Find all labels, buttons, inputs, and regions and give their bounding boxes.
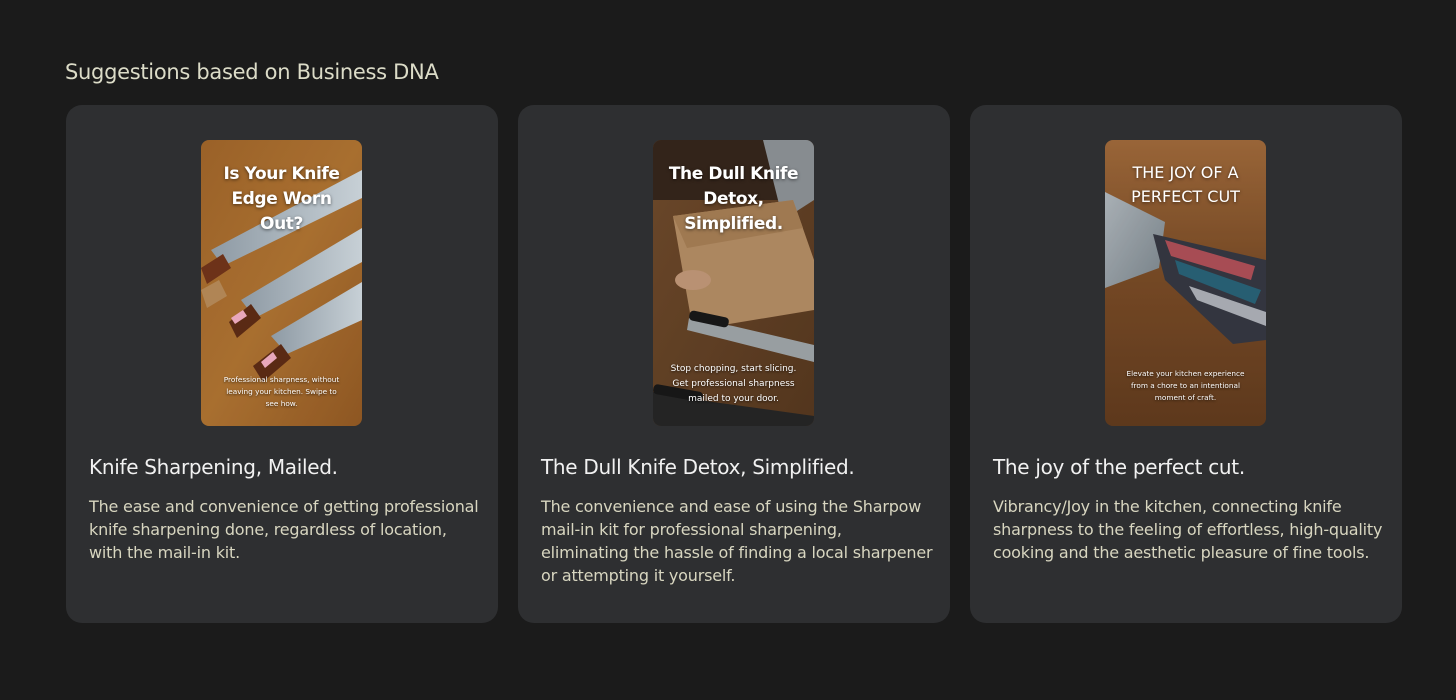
card-description: The convenience and ease of using the Sh… bbox=[541, 497, 933, 585]
card-description: Vibrancy/Joy in the kitchen, connecting … bbox=[993, 497, 1383, 562]
card-title: Knife Sharpening, Mailed. bbox=[89, 455, 338, 479]
thumbnail-headline: The Dull Knife Detox, Simplified. bbox=[668, 164, 799, 234]
thumbnail-subtext: Professional sharpness, without leaving … bbox=[223, 375, 340, 408]
suggestion-card-1[interactable]: Is Your Knife Edge Worn Out? Professiona… bbox=[66, 105, 498, 623]
suggestion-thumbnail-2[interactable]: The Dull Knife Detox, Simplified. Stop c… bbox=[653, 140, 814, 426]
thumbnail-headline: THE JOY OF A PERFECT CUT bbox=[1131, 163, 1240, 206]
suggestion-thumbnail-1[interactable]: Is Your Knife Edge Worn Out? Professiona… bbox=[201, 140, 362, 426]
section-title: Suggestions based on Business DNA bbox=[65, 60, 439, 84]
thumbnail-subtext: Elevate your kitchen experience from a c… bbox=[1126, 369, 1245, 402]
suggestion-thumbnail-3[interactable]: THE JOY OF A PERFECT CUT Elevate your ki… bbox=[1105, 140, 1266, 426]
suggestions-page: Suggestions based on Business DNA Is You… bbox=[0, 0, 1456, 700]
suggestion-card-3[interactable]: THE JOY OF A PERFECT CUT Elevate your ki… bbox=[970, 105, 1402, 623]
thumbnail-subtext: Stop chopping, start slicing. Get profes… bbox=[670, 364, 797, 404]
thumbnail-headline: Is Your Knife Edge Worn Out? bbox=[223, 164, 340, 234]
card-description: The ease and convenience of getting prof… bbox=[89, 497, 479, 562]
suggestion-card-2[interactable]: The Dull Knife Detox, Simplified. Stop c… bbox=[518, 105, 950, 623]
suggestion-cards: Is Your Knife Edge Worn Out? Professiona… bbox=[66, 105, 1402, 623]
card-title: The Dull Knife Detox, Simplified. bbox=[541, 455, 855, 479]
card-title: The joy of the perfect cut. bbox=[993, 455, 1245, 479]
